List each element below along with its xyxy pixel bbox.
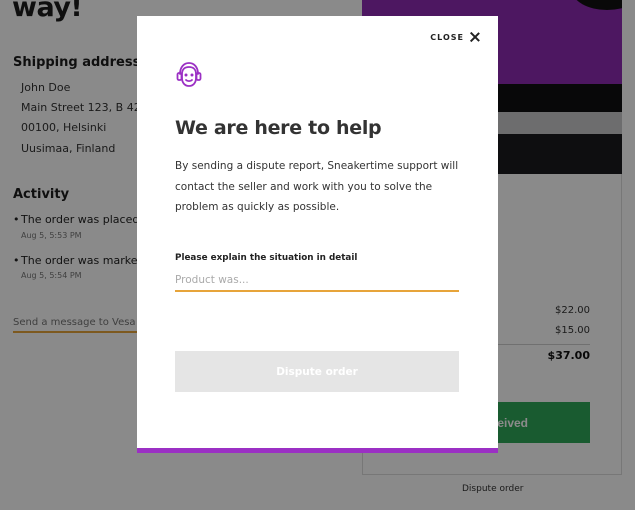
dispute-order-button[interactable]: Dispute order <box>175 351 459 392</box>
close-icon <box>470 32 480 42</box>
close-label: CLOSE <box>430 32 464 42</box>
close-button[interactable]: CLOSE <box>430 32 480 42</box>
modal-description: By sending a dispute report, Sneakertime… <box>175 160 459 213</box>
headset-support-icon <box>176 62 202 87</box>
explanation-label: Please explain the situation in detail <box>175 253 358 263</box>
explanation-input[interactable] <box>175 269 459 292</box>
modal-title: We are here to help <box>175 117 382 139</box>
dispute-modal: CLOSE We are here to help By sending a d… <box>137 16 498 453</box>
